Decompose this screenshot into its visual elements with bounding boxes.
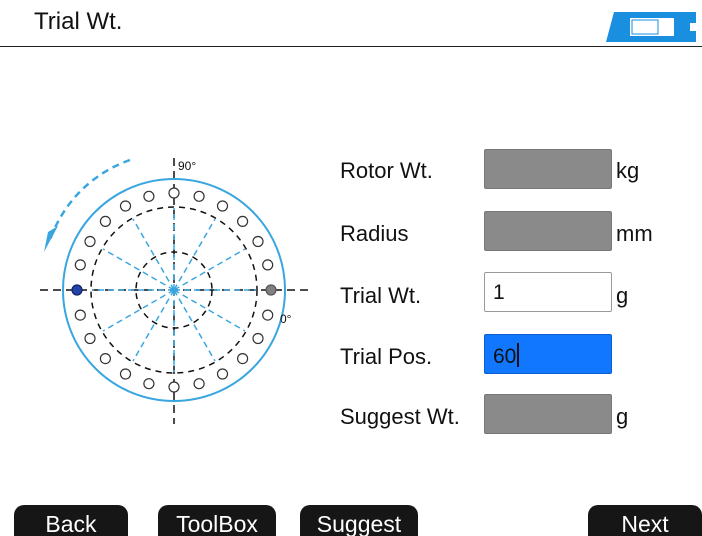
trial-pos-label: Trial Pos. [340,344,433,369]
diagram-hole [262,309,274,321]
diagram-hole [84,332,96,345]
diagram-spoke [173,248,246,291]
suggest-wt-unit: g [616,404,629,429]
diagram-hole [168,187,180,199]
diagram-hole [119,368,132,380]
diagram-hole [237,215,249,228]
suggest-wt-label: Suggest Wt. [340,404,460,429]
diagram-spoke [132,218,175,291]
diagram-hole [143,190,155,202]
diagram-hole [74,309,86,321]
suggest-wt-field[interactable] [484,394,612,434]
diagram-hole [168,381,180,393]
trial-pos-field[interactable]: 60 [484,334,612,374]
rotation-arrow-icon [48,158,131,241]
diagram-hole [216,200,229,212]
diagram-spoke [102,248,175,291]
hole-active-marker [71,284,83,296]
page-title: Trial Wt. [34,8,123,35]
label-90-degree: 90° [178,159,196,173]
label-0-degree: 0° [280,312,292,326]
diagram-hole [252,235,264,248]
diagram-hole [119,200,132,212]
diagram-spoke [132,289,175,362]
diagram-spoke [102,289,175,332]
radius-unit: mm [616,221,653,246]
diagram-spoke [173,289,216,362]
diagram-hole [193,190,205,202]
rotor-wt-field[interactable] [484,149,612,189]
next-button[interactable]: Next [588,505,702,536]
title-bar: Trial Wt. [0,0,702,47]
diagram-hole [252,332,264,345]
suggest-button[interactable]: Suggest [300,505,418,536]
back-button[interactable]: Back [14,505,128,536]
radius-field[interactable] [484,211,612,251]
diagram-hole [84,235,96,248]
trial-pos-value: 60 [493,345,517,368]
diagram-hole [143,378,155,390]
trial-wt-label: Trial Wt. [340,283,422,308]
diagram-hole [262,259,274,271]
rotor-wt-label: Rotor Wt. [340,158,433,183]
trial-wt-field[interactable]: 1 [484,272,612,312]
radius-label: Radius [340,221,409,246]
diagram-hole [74,259,86,271]
diagram-spoke [173,218,216,291]
diagram-hole [216,368,229,380]
diagram-hole [237,353,249,365]
rotor-diagram: 90° 0° [40,158,308,424]
trial-wt-unit: g [616,283,629,308]
text-caret [517,343,520,367]
rotation-arrowhead [44,226,58,252]
battery-icon [606,12,696,42]
diagram-spoke [173,289,246,332]
toolbox-button[interactable]: ToolBox [158,505,276,536]
hole-reference-marker [265,284,277,296]
diagram-hole [99,215,112,228]
rotor-wt-unit: kg [616,158,640,183]
diagram-hole [99,353,112,365]
diagram-hole [193,378,205,390]
